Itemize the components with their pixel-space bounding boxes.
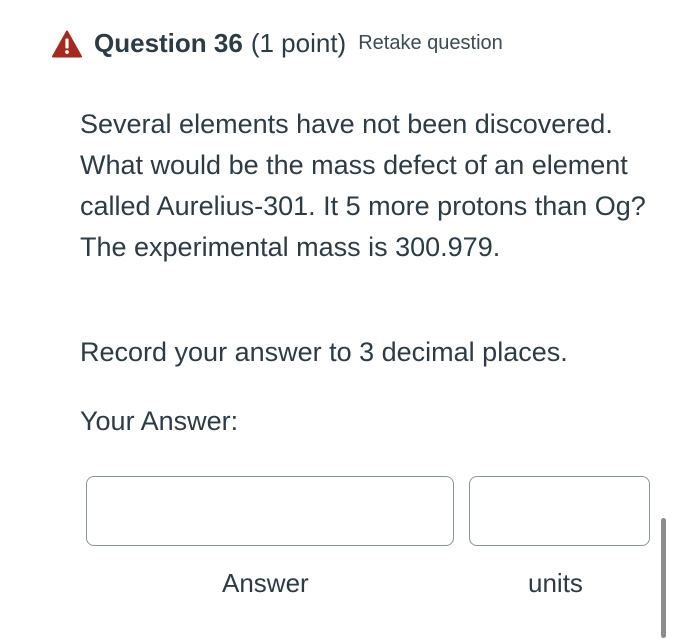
scrollbar[interactable]: [661, 518, 666, 638]
question-instruction: Record your answer to 3 decimal places.: [80, 337, 568, 367]
question-text: Several elements have not been discovere…: [80, 109, 646, 262]
warning-icon: [52, 30, 82, 57]
question-header: Question 36 (1 point) Retake question: [52, 28, 503, 59]
quiz-question-page: Question 36 (1 point) Retake question Se…: [0, 0, 700, 638]
question-points: (1 point): [250, 28, 347, 58]
answer-prompt: Your Answer:: [80, 406, 239, 436]
answer-input[interactable]: [86, 476, 454, 546]
retake-question-label: Retake question: [358, 32, 503, 54]
question-title: Question 36: [94, 28, 243, 58]
units-input[interactable]: [469, 476, 650, 546]
answer-field-label: Answer: [222, 568, 309, 598]
units-field-label: units: [528, 568, 583, 598]
